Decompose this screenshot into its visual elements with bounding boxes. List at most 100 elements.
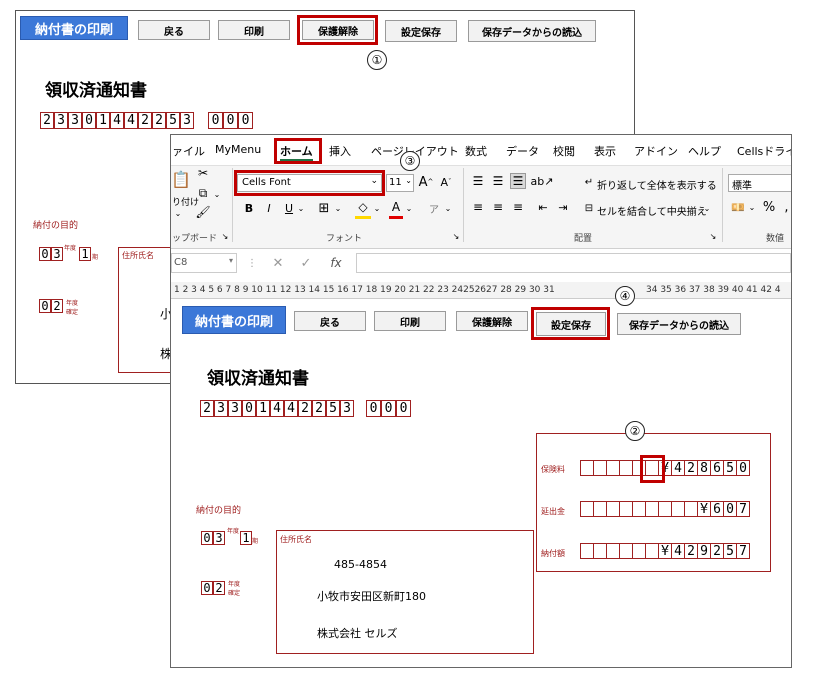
copy-dropdown-icon[interactable]: ⌄ bbox=[212, 188, 222, 200]
amount-digit-box: ¥ bbox=[697, 501, 711, 517]
front-unprotect-button[interactable]: 保護解除 bbox=[456, 311, 528, 331]
comma-icon[interactable]: , bbox=[782, 199, 791, 215]
front-print-invoice-button[interactable]: 納付書の印刷 bbox=[182, 306, 286, 334]
phonetic-icon[interactable]: ア bbox=[428, 200, 440, 216]
wrap-text-icon[interactable]: ↵ bbox=[583, 175, 595, 189]
font-size-select[interactable]: 11 ⌄ bbox=[386, 174, 414, 192]
clipboard-launcher-icon[interactable]: ↘ bbox=[220, 231, 230, 241]
align-center-icon[interactable]: ≡ bbox=[490, 199, 506, 215]
font-color-icon[interactable]: A bbox=[389, 198, 403, 219]
percent-icon[interactable]: % bbox=[761, 199, 777, 215]
decrease-font-icon[interactable]: Aˇ bbox=[438, 174, 454, 190]
italic-icon[interactable]: I bbox=[262, 200, 276, 216]
align-top-icon[interactable]: ☰ bbox=[470, 173, 486, 189]
paste-icon[interactable]: 📋 bbox=[171, 168, 191, 190]
amount-digit-box bbox=[580, 543, 594, 559]
digit-box: 0 bbox=[242, 400, 256, 417]
number-format-select[interactable]: 標準 bbox=[728, 174, 791, 192]
orientation-icon[interactable]: ab↗ bbox=[531, 173, 554, 189]
border-icon[interactable]: ⊞ bbox=[316, 200, 332, 216]
ribbon-tab[interactable]: 表示 bbox=[594, 143, 616, 159]
ribbon-tab[interactable]: MyMenu bbox=[215, 143, 261, 156]
amount-digit-box: 8 bbox=[697, 460, 711, 476]
decrease-indent-icon[interactable]: ⇤ bbox=[535, 199, 551, 215]
digit-box: 4 bbox=[284, 400, 298, 417]
back-print-invoice-button[interactable]: 納付書の印刷 bbox=[20, 16, 128, 40]
cut-icon[interactable]: ✂ bbox=[196, 166, 210, 180]
digit-box: 3 bbox=[51, 247, 63, 261]
digit-box: 0 bbox=[223, 112, 238, 129]
amount-digit-box bbox=[606, 501, 620, 517]
align-launcher-icon[interactable]: ↘ bbox=[708, 231, 718, 241]
front-back-button[interactable]: 戻る bbox=[294, 311, 366, 331]
digit-box: 2 bbox=[200, 400, 214, 417]
digit-box: 5 bbox=[166, 112, 180, 129]
front-kind-label: 年度確定 bbox=[228, 581, 241, 597]
underline-icon[interactable]: U bbox=[282, 200, 296, 216]
phonetic-dropdown-icon[interactable]: ⌄ bbox=[444, 200, 452, 216]
font-size-dropdown-icon[interactable]: ⌄ bbox=[405, 176, 412, 185]
front-purpose-boxes: 03 bbox=[201, 531, 225, 545]
back-back-button[interactable]: 戻る bbox=[138, 20, 210, 40]
fill-color-dropdown-icon[interactable]: ⌄ bbox=[373, 200, 381, 216]
paste-dropdown-icon[interactable]: ⌄ bbox=[173, 208, 183, 218]
fill-color-icon[interactable]: ◇ bbox=[355, 198, 371, 219]
ribbon-tab[interactable]: 校閲 bbox=[553, 143, 575, 159]
digit-box: 2 bbox=[298, 400, 312, 417]
front-load-saved-button[interactable]: 保存データからの読込 bbox=[617, 313, 741, 335]
font-launcher-icon[interactable]: ↘ bbox=[451, 231, 461, 241]
enter-icon[interactable]: ✓ bbox=[298, 254, 314, 272]
name-box[interactable]: C8 ▾ bbox=[171, 253, 237, 273]
front-address-label: 住所氏名 bbox=[280, 535, 312, 544]
merge-center-icon[interactable]: ⊟ bbox=[583, 201, 595, 215]
amount-digit-box bbox=[658, 501, 672, 517]
amount-digit-box bbox=[606, 460, 620, 476]
digit-box: 4 bbox=[110, 112, 124, 129]
merge-center-button[interactable]: セルを結合して中央揃え bbox=[597, 203, 707, 218]
digit-box: 3 bbox=[68, 112, 82, 129]
group-align-label: 配置 bbox=[574, 234, 593, 244]
align-right-icon[interactable]: ≡ bbox=[510, 199, 526, 215]
bold-icon[interactable]: B bbox=[242, 200, 256, 216]
format-painter-icon[interactable]: 🖌 bbox=[195, 205, 210, 219]
amount-digit-box: ¥ bbox=[658, 543, 672, 559]
ribbon-separator bbox=[232, 168, 233, 242]
amount-digit-box bbox=[671, 501, 685, 517]
border-dropdown-icon[interactable]: ⌄ bbox=[334, 200, 342, 216]
ribbon-tab[interactable]: 挿入 bbox=[329, 143, 351, 159]
ribbon-tab[interactable]: アドイン bbox=[634, 143, 678, 159]
front-print-button[interactable]: 印刷 bbox=[374, 311, 446, 331]
callout-2: ② bbox=[625, 421, 645, 441]
align-left-icon[interactable]: ≡ bbox=[470, 199, 486, 215]
digit-box: 3 bbox=[228, 400, 242, 417]
ribbon-tab[interactable]: ヘルプ bbox=[688, 143, 721, 159]
increase-indent-icon[interactable]: ⇥ bbox=[555, 199, 571, 215]
amount-digit-box bbox=[619, 501, 633, 517]
amount-digit-box bbox=[619, 460, 633, 476]
ribbon-tab[interactable]: ァイル bbox=[172, 143, 205, 159]
currency-dropdown-icon[interactable]: ⌄ bbox=[748, 200, 756, 214]
formula-input[interactable] bbox=[356, 253, 791, 273]
font-color-dropdown-icon[interactable]: ⌄ bbox=[405, 200, 413, 216]
increase-font-icon[interactable]: A ^ bbox=[418, 174, 434, 190]
digit-box: 2 bbox=[138, 112, 152, 129]
insert-function-icon[interactable]: fx bbox=[326, 254, 346, 272]
digit-box: 0 bbox=[82, 112, 96, 129]
cancel-icon[interactable]: ✕ bbox=[270, 254, 286, 272]
back-load-saved-button[interactable]: 保存データからの読込 bbox=[468, 20, 596, 42]
currency-icon[interactable]: 💴 bbox=[730, 199, 746, 215]
back-save-settings-button[interactable]: 設定保存 bbox=[385, 20, 457, 42]
name-box-dropdown-icon[interactable]: ▾ bbox=[229, 256, 233, 265]
align-bottom-icon[interactable]: ☰ bbox=[510, 173, 526, 189]
align-middle-icon[interactable]: ☰ bbox=[490, 173, 506, 189]
ribbon-tab[interactable]: データ bbox=[506, 143, 539, 159]
wrap-text-button[interactable]: 折り返して全体を表示する bbox=[597, 177, 717, 192]
underline-dropdown-icon[interactable]: ⌄ bbox=[297, 200, 305, 216]
back-period-box: 1 bbox=[79, 247, 91, 261]
back-print-button[interactable]: 印刷 bbox=[218, 20, 290, 40]
merge-dropdown-icon[interactable]: ⌄ bbox=[703, 201, 711, 215]
column-numbers: 1 2 3 4 5 6 7 8 9 10 11 12 13 14 15 16 1… bbox=[174, 285, 555, 295]
ribbon-tab[interactable]: Cellsドライブ bbox=[737, 143, 791, 159]
ribbon-tab[interactable]: 数式 bbox=[465, 143, 487, 159]
callout-4: ④ bbox=[615, 286, 635, 306]
